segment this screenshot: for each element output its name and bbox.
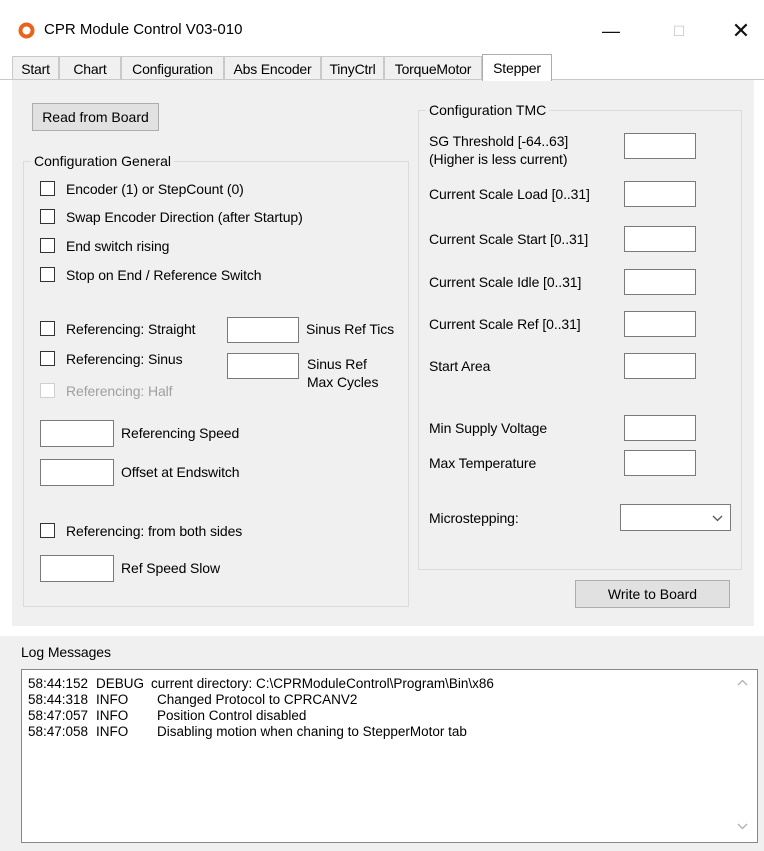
- title-bar: CPR Module Control V03-010 — ☐ ✕: [0, 0, 764, 58]
- tab-chart[interactable]: Chart: [59, 56, 121, 80]
- sg-threshold-input[interactable]: [624, 133, 696, 159]
- encoder-label: Encoder (1) or StepCount (0): [66, 181, 244, 197]
- maximize-button[interactable]: ☐: [654, 8, 704, 54]
- referencing-straight-checkbox[interactable]: [40, 321, 55, 336]
- stop-on-end-checkbox[interactable]: [40, 267, 55, 282]
- start-area-label: Start Area: [429, 358, 491, 374]
- swap-encoder-label: Swap Encoder Direction (after Startup): [66, 209, 303, 225]
- tab-stepper[interactable]: Stepper: [482, 54, 552, 81]
- sg-threshold-label-line1: SG Threshold [-64..63]: [429, 133, 569, 149]
- max-temperature-label: Max Temperature: [429, 455, 537, 471]
- log-level: INFO: [96, 692, 129, 707]
- referencing-speed-label: Referencing Speed: [121, 425, 240, 441]
- referencing-sinus-label: Referencing: Sinus: [66, 351, 183, 367]
- current-scale-start-label: Current Scale Start [0..31]: [429, 231, 589, 247]
- current-scale-load-input[interactable]: [624, 181, 696, 207]
- min-supply-voltage-input[interactable]: [624, 415, 696, 441]
- chevron-down-icon: [712, 515, 723, 522]
- end-switch-rising-checkbox[interactable]: [40, 238, 55, 253]
- log-level: DEBUG: [96, 676, 145, 691]
- sg-threshold-label-line2: (Higher is less current): [429, 151, 568, 167]
- max-temperature-input[interactable]: [624, 450, 696, 476]
- tab-torquemotor[interactable]: TorqueMotor: [384, 56, 482, 80]
- microstepping-label: Microstepping:: [429, 510, 519, 526]
- scroll-down-icon[interactable]: [737, 823, 748, 830]
- sinus-ref-max-cycles-label-line2: Max Cycles: [307, 374, 379, 390]
- referencing-speed-input[interactable]: [40, 420, 114, 447]
- minimize-button[interactable]: —: [586, 8, 636, 54]
- stop-on-end-label: Stop on End / Reference Switch: [66, 267, 262, 283]
- log-level: INFO: [96, 724, 129, 739]
- log-time: 58:44:318: [28, 692, 89, 707]
- config-tmc-group: [418, 110, 742, 570]
- referencing-both-sides-label: Referencing: from both sides: [66, 523, 243, 539]
- config-general-title: Configuration General: [31, 153, 174, 169]
- tab-abs-encoder[interactable]: Abs Encoder: [224, 56, 321, 80]
- window-title: CPR Module Control V03-010: [44, 21, 243, 38]
- sinus-ref-max-cycles-input[interactable]: [227, 353, 299, 379]
- end-switch-rising-label: End switch rising: [66, 238, 170, 254]
- log-message: current directory: C:\CPRModuleControl\P…: [151, 676, 494, 691]
- log-level: INFO: [96, 708, 129, 723]
- referencing-half-checkbox[interactable]: [40, 383, 55, 398]
- sinus-ref-tics-input[interactable]: [227, 317, 299, 343]
- log-time: 58:47:058: [28, 724, 89, 739]
- current-scale-ref-input[interactable]: [624, 311, 696, 337]
- log-time: 58:47:057: [28, 708, 89, 723]
- tab-tinyctrl[interactable]: TinyCtrl: [321, 56, 384, 80]
- sinus-ref-max-cycles-label-line1: Sinus Ref: [307, 356, 367, 372]
- close-button[interactable]: ✕: [716, 8, 764, 54]
- ref-speed-slow-label: Ref Speed Slow: [121, 560, 220, 576]
- log-list[interactable]: 58:44:152 DEBUG current directory: C:\CP…: [21, 669, 758, 843]
- cpr-logo-icon: [18, 22, 35, 39]
- log-time: 58:44:152: [28, 676, 89, 691]
- swap-encoder-checkbox[interactable]: [40, 209, 55, 224]
- write-to-board-button[interactable]: Write to Board: [575, 580, 730, 608]
- log-message: Disabling motion when chaning to Stepper…: [157, 724, 467, 739]
- current-scale-idle-input[interactable]: [624, 269, 696, 295]
- tab-configuration[interactable]: Configuration: [121, 56, 224, 80]
- ref-speed-slow-input[interactable]: [40, 555, 114, 582]
- offset-endswitch-input[interactable]: [40, 459, 114, 486]
- encoder-checkbox[interactable]: [40, 181, 55, 196]
- current-scale-ref-label: Current Scale Ref [0..31]: [429, 316, 581, 332]
- start-area-input[interactable]: [624, 353, 696, 379]
- min-supply-voltage-label: Min Supply Voltage: [429, 420, 548, 436]
- referencing-straight-label: Referencing: Straight: [66, 321, 196, 337]
- current-scale-idle-label: Current Scale Idle [0..31]: [429, 274, 582, 290]
- current-scale-start-input[interactable]: [624, 226, 696, 252]
- microstepping-select[interactable]: [620, 504, 731, 531]
- config-tmc-title: Configuration TMC: [426, 102, 550, 118]
- sinus-ref-tics-label: Sinus Ref Tics: [306, 321, 395, 337]
- current-scale-load-label: Current Scale Load [0..31]: [429, 186, 590, 202]
- log-message: Position Control disabled: [157, 708, 307, 723]
- log-title: Log Messages: [21, 644, 111, 660]
- tab-start[interactable]: Start: [12, 56, 59, 80]
- read-from-board-button[interactable]: Read from Board: [32, 103, 159, 131]
- tab-bar: Start Chart Configuration Abs Encoder Ti…: [0, 54, 764, 81]
- referencing-half-label: Referencing: Half: [66, 383, 173, 399]
- offset-endswitch-label: Offset at Endswitch: [121, 464, 240, 480]
- referencing-sinus-checkbox[interactable]: [40, 351, 55, 366]
- scroll-up-icon[interactable]: [737, 679, 748, 686]
- log-message: Changed Protocol to CPRCANV2: [157, 692, 358, 707]
- referencing-both-sides-checkbox[interactable]: [40, 523, 55, 538]
